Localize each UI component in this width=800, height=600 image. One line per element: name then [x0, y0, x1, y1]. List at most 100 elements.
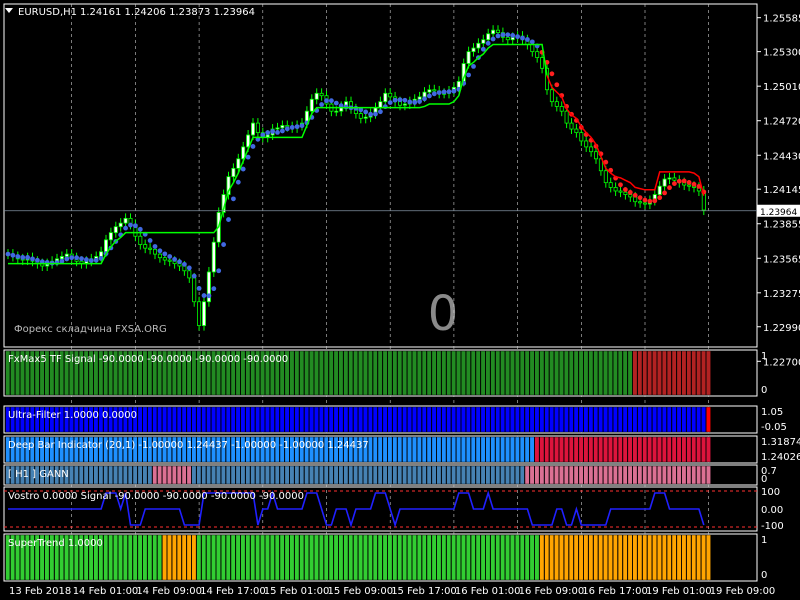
- histogram-bar: [338, 465, 344, 485]
- histogram-bar: [417, 465, 422, 485]
- histogram-bar: [426, 436, 432, 463]
- candle: [402, 103, 407, 106]
- ma-dot: [681, 178, 687, 184]
- histogram-bar: [421, 406, 427, 433]
- histogram-bar: [657, 350, 662, 396]
- histogram-bar: [583, 465, 589, 485]
- histogram-bar: [642, 465, 648, 485]
- histogram-bar: [652, 465, 657, 485]
- histogram-bar: [622, 534, 628, 581]
- ma-dot: [554, 82, 560, 88]
- histogram-bar: [451, 436, 457, 463]
- histogram-bar: [407, 534, 412, 581]
- ma-dot: [64, 256, 70, 262]
- histogram-bar: [113, 465, 118, 485]
- histogram-bar: [559, 350, 564, 396]
- ma-dot: [446, 89, 452, 95]
- histogram-bar: [666, 406, 672, 433]
- histogram-bar: [603, 534, 608, 581]
- indicator-scale-label: 0.00: [761, 505, 783, 516]
- candle: [275, 127, 280, 130]
- price-axis-label: 1.24430: [763, 151, 800, 162]
- candle: [491, 29, 496, 35]
- histogram-bar: [392, 534, 398, 581]
- candle: [211, 241, 216, 273]
- histogram-bar: [201, 406, 207, 433]
- ma-dot: [412, 99, 418, 105]
- histogram-bar: [250, 465, 256, 485]
- histogram-bar: [206, 534, 212, 581]
- histogram-bar: [319, 406, 324, 433]
- histogram-bar: [181, 465, 187, 485]
- histogram-bar: [676, 350, 682, 396]
- histogram-bar: [255, 465, 261, 485]
- histogram-bar: [407, 436, 412, 463]
- ma-dot: [407, 99, 413, 105]
- histogram-bar: [309, 406, 314, 433]
- histogram-bar: [671, 436, 677, 463]
- histogram-bar: [676, 465, 682, 485]
- histogram-bar: [510, 534, 515, 581]
- candle: [574, 128, 579, 134]
- ma-dot: [79, 256, 84, 262]
- histogram-bar: [691, 436, 697, 463]
- histogram-bar: [456, 534, 461, 581]
- indicator-scale-label: -0.05: [761, 422, 787, 433]
- histogram-bar: [524, 465, 530, 485]
- histogram-bar: [593, 534, 599, 581]
- histogram-bar: [211, 465, 216, 485]
- histogram-bar: [382, 436, 388, 463]
- histogram-bar: [490, 350, 496, 396]
- histogram-bar: [666, 465, 672, 485]
- histogram-bar: [230, 465, 236, 485]
- histogram-bar: [578, 534, 584, 581]
- histogram-bar: [549, 465, 555, 485]
- ma-dot: [88, 258, 94, 263]
- histogram-bar: [377, 350, 383, 396]
- indicator-label: Ultra-Filter 1.0000 0.0000: [8, 410, 137, 421]
- price-axis-label: 1.23855: [763, 220, 800, 231]
- histogram-bar: [358, 534, 363, 581]
- histogram-bar: [466, 465, 471, 485]
- histogram-bar: [505, 465, 510, 485]
- histogram-bar: [627, 436, 633, 463]
- histogram-bar: [637, 406, 643, 433]
- histogram-bar: [245, 534, 251, 581]
- histogram-bar: [333, 406, 339, 433]
- histogram-bar: [632, 406, 638, 433]
- candle: [334, 110, 339, 113]
- candle: [662, 178, 667, 187]
- candle: [427, 89, 432, 93]
- histogram-bar: [696, 350, 702, 396]
- histogram-bar: [245, 465, 251, 485]
- histogram-bar: [211, 406, 216, 433]
- histogram-bar: [505, 534, 510, 581]
- histogram-bar: [402, 436, 408, 463]
- candle: [157, 253, 162, 259]
- histogram-bar: [426, 406, 432, 433]
- ma-dot: [387, 100, 393, 106]
- histogram-bar: [534, 465, 540, 485]
- histogram-bar: [598, 534, 604, 581]
- histogram-bar: [152, 534, 158, 581]
- histogram-bar: [216, 465, 221, 485]
- histogram-bar: [162, 406, 167, 433]
- histogram-bar: [573, 350, 579, 396]
- histogram-bar: [235, 534, 241, 581]
- histogram-bar: [510, 436, 515, 463]
- ma-dot: [676, 178, 682, 184]
- histogram-bar: [559, 436, 564, 463]
- candle: [608, 182, 613, 188]
- histogram-bar: [294, 534, 300, 581]
- histogram-bar: [706, 406, 711, 433]
- histogram-bar: [642, 436, 648, 463]
- histogram-bar: [706, 436, 711, 463]
- histogram-bar: [289, 534, 295, 581]
- ma-dot: [280, 128, 285, 134]
- ma-dot: [245, 154, 251, 160]
- histogram-bar: [671, 350, 677, 396]
- histogram-bar: [686, 436, 692, 463]
- histogram-bar: [475, 406, 481, 433]
- ma-dot: [373, 111, 378, 117]
- histogram-bar: [235, 406, 241, 433]
